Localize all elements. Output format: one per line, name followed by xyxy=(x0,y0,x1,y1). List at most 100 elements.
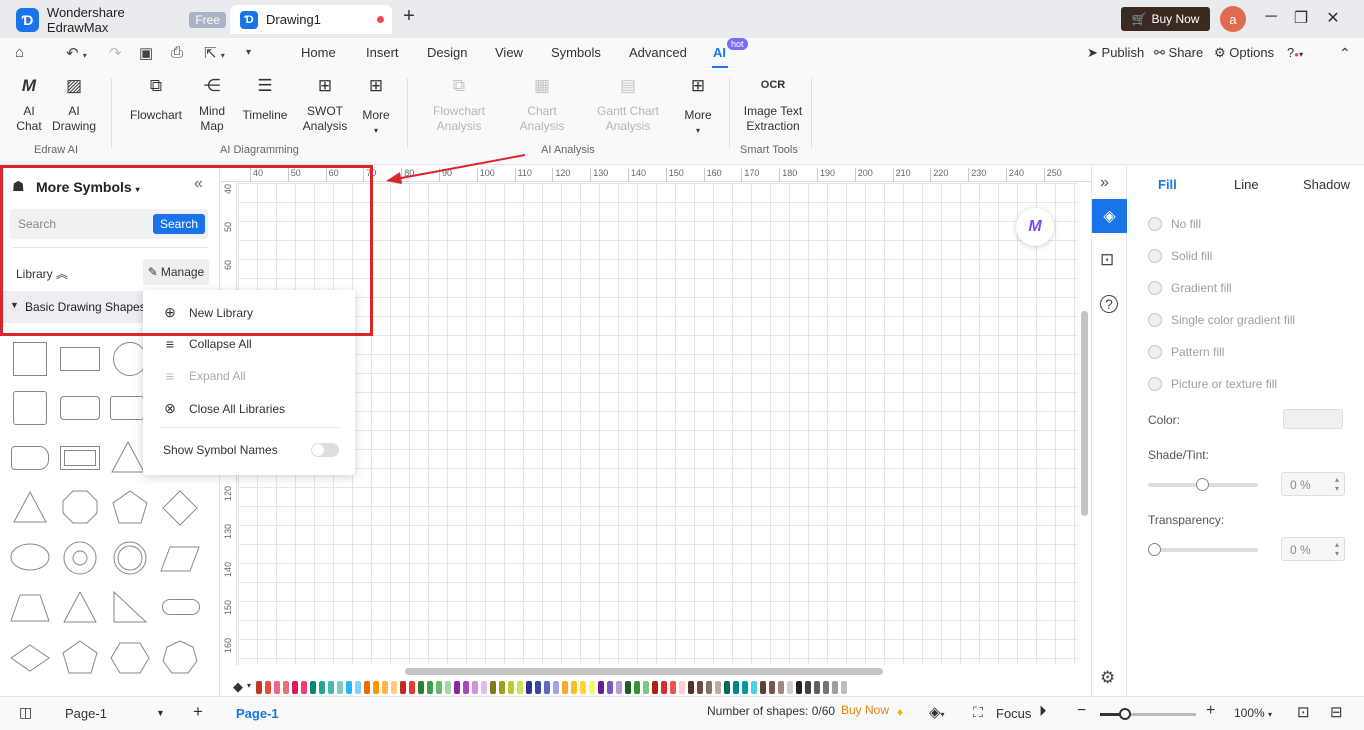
redo-icon[interactable]: ↷ xyxy=(109,44,122,62)
export-icon[interactable]: ⇱ ▾ xyxy=(204,44,225,62)
color-swatch[interactable] xyxy=(589,681,595,694)
focus-icon[interactable]: ⛶ xyxy=(973,704,983,721)
horizontal-scrollbar[interactable] xyxy=(405,668,883,675)
color-swatch[interactable] xyxy=(256,681,262,694)
page-layout-icon[interactable]: ◫ xyxy=(19,704,32,721)
color-swatch[interactable] xyxy=(490,681,496,694)
circle-shape[interactable] xyxy=(113,342,147,376)
color-swatch[interactable] xyxy=(328,681,334,694)
color-swatch[interactable] xyxy=(598,681,604,694)
pentagon-shape[interactable] xyxy=(62,640,98,676)
menu-insert[interactable]: Insert xyxy=(366,45,399,60)
hexagon-shape[interactable] xyxy=(110,642,150,674)
color-swatch[interactable] xyxy=(427,681,433,694)
chevron-down-icon[interactable]: ▾ xyxy=(247,681,251,690)
capsule-shape[interactable] xyxy=(162,599,200,615)
zoom-slider-knob[interactable] xyxy=(1119,708,1131,720)
color-swatch[interactable] xyxy=(472,681,478,694)
document-tab[interactable]: Ɗ Drawing1 xyxy=(230,5,392,34)
triangle-shape[interactable] xyxy=(110,440,146,474)
color-swatch[interactable] xyxy=(409,681,415,694)
triangle-shape[interactable] xyxy=(12,490,48,524)
color-swatch[interactable] xyxy=(301,681,307,694)
save-icon[interactable]: ▣ xyxy=(139,44,153,62)
color-swatch[interactable] xyxy=(355,681,361,694)
square-shape[interactable] xyxy=(13,342,47,376)
home-icon[interactable]: ⌂ xyxy=(15,44,24,61)
swot-analysis-button[interactable]: ⊞ SWOT Analysis xyxy=(300,77,350,134)
color-swatch[interactable] xyxy=(571,681,577,694)
color-swatch[interactable] xyxy=(607,681,613,694)
color-swatch[interactable] xyxy=(715,681,721,694)
transparency-value-field[interactable]: 0 % ▴ ▾ xyxy=(1281,537,1345,561)
ai-drawing-button[interactable]: ▨ AI Drawing xyxy=(50,77,98,134)
pentagon-shape[interactable] xyxy=(112,490,148,524)
double-circle-shape[interactable] xyxy=(112,540,148,576)
page-tab[interactable]: Page-1 xyxy=(236,706,279,721)
color-swatch[interactable] xyxy=(337,681,343,694)
color-swatch[interactable] xyxy=(463,681,469,694)
framed-rectangle-shape[interactable] xyxy=(60,446,100,470)
buy-now-button[interactable]: 🛒 Buy Now xyxy=(1121,7,1210,31)
color-swatch[interactable] xyxy=(805,681,811,694)
expand-panel-icon[interactable]: » xyxy=(1100,174,1109,192)
color-swatch[interactable] xyxy=(526,681,532,694)
color-swatch[interactable] xyxy=(382,681,388,694)
chart-analysis-button[interactable]: ▦ Chart Analysis xyxy=(514,77,570,134)
gantt-analysis-button[interactable]: ▤ Gantt Chart Analysis xyxy=(592,77,664,134)
parallelogram-shape[interactable] xyxy=(160,546,200,572)
shade-value-field[interactable]: 0 % ▴ ▾ xyxy=(1281,472,1345,496)
layers-icon[interactable]: ◈▾ xyxy=(929,703,945,721)
more-diagramming-button[interactable]: ⊞ More ▾ xyxy=(358,77,394,138)
color-swatch[interactable] xyxy=(310,681,316,694)
close-all-libraries-item[interactable]: ⊗ Close All Libraries xyxy=(161,400,285,417)
color-swatch[interactable] xyxy=(823,681,829,694)
fit-page-icon[interactable]: ⊡ xyxy=(1297,703,1310,721)
color-swatch[interactable] xyxy=(661,681,667,694)
collapse-ribbon-icon[interactable]: ⌃ xyxy=(1339,45,1351,62)
slider-knob[interactable] xyxy=(1196,478,1209,491)
menu-ai[interactable]: AI xyxy=(713,45,726,60)
undo-icon[interactable]: ↶ ▾ xyxy=(66,44,87,62)
tab-line[interactable]: Line xyxy=(1234,177,1259,192)
ring-shape[interactable] xyxy=(62,540,98,576)
zoom-level[interactable]: 100% ▾ xyxy=(1234,706,1272,720)
flowchart-button[interactable]: ⧉ Flowchart xyxy=(126,77,186,123)
help-icon[interactable]: ?●▾ xyxy=(1287,45,1303,60)
color-swatch[interactable] xyxy=(643,681,649,694)
diamond-shape[interactable] xyxy=(162,490,198,526)
shade-slider[interactable] xyxy=(1148,478,1258,491)
picture-fill-radio[interactable]: Picture or texture fill xyxy=(1148,377,1277,391)
add-page-button[interactable]: + xyxy=(193,702,203,722)
color-swatch[interactable] xyxy=(445,681,451,694)
options-button[interactable]: ⚙ Options xyxy=(1214,45,1274,61)
color-swatch[interactable] xyxy=(688,681,694,694)
fill-panel-icon[interactable]: ◈ xyxy=(1092,199,1127,233)
slider-knob[interactable] xyxy=(1148,543,1161,556)
color-swatch[interactable] xyxy=(652,681,658,694)
rounded-rectangle-shape[interactable] xyxy=(60,396,100,420)
rounded-triangle-shape[interactable] xyxy=(62,590,98,624)
color-swatch[interactable] xyxy=(706,681,712,694)
color-swatch[interactable] xyxy=(553,681,559,694)
menu-advanced[interactable]: Advanced xyxy=(629,45,687,60)
color-swatch[interactable] xyxy=(319,681,325,694)
gradient-fill-radio[interactable]: Gradient fill xyxy=(1148,281,1232,295)
color-swatch[interactable] xyxy=(796,681,802,694)
color-swatch[interactable] xyxy=(544,681,550,694)
ai-assistant-icon[interactable]: M xyxy=(1016,208,1054,246)
zoom-slider[interactable] xyxy=(1100,708,1196,720)
flowchart-analysis-button[interactable]: ⧉ Flowchart Analysis xyxy=(424,77,494,134)
color-swatch[interactable] xyxy=(814,681,820,694)
color-swatch[interactable] xyxy=(724,681,730,694)
color-swatch[interactable] xyxy=(274,681,280,694)
color-swatch[interactable] xyxy=(679,681,685,694)
color-swatch[interactable] xyxy=(481,681,487,694)
zoom-out-button[interactable]: − xyxy=(1077,702,1086,720)
color-swatch[interactable] xyxy=(697,681,703,694)
color-swatch[interactable] xyxy=(499,681,505,694)
transparency-slider[interactable] xyxy=(1148,543,1258,556)
ellipse-shape[interactable] xyxy=(10,542,50,572)
rectangle-shape[interactable] xyxy=(60,347,100,371)
color-swatch[interactable] xyxy=(760,681,766,694)
